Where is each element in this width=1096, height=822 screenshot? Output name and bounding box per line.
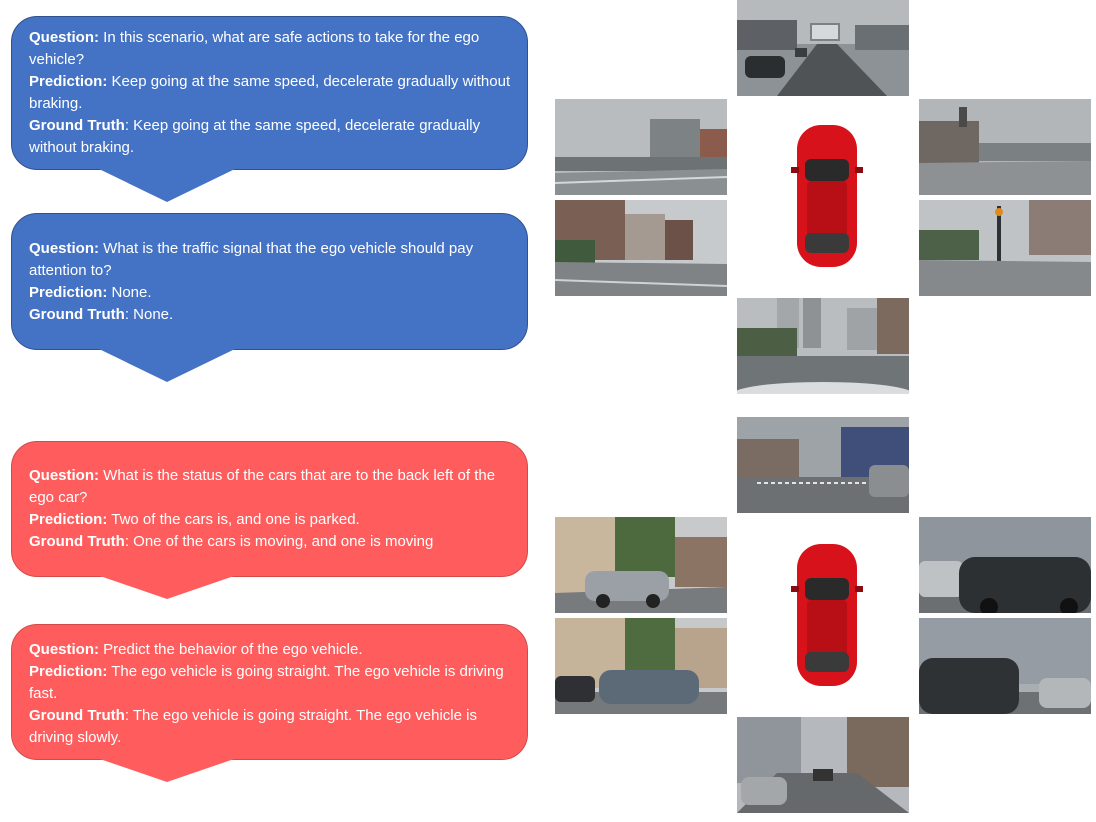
question-line: Question: In this scenario, what are saf… (29, 29, 480, 68)
qa-bubble-2: Question: What is the traffic signal tha… (11, 213, 528, 382)
scene1-front-left-camera (555, 99, 727, 195)
scene1-back-right-camera (919, 200, 1091, 296)
qa-bubble-3: Question: What is the status of the cars… (11, 441, 528, 599)
scene1-front-right-camera (919, 99, 1091, 195)
ground-truth-line: Ground Truth: One of the cars is moving,… (29, 533, 434, 550)
ground-truth-line: Ground Truth: The ego vehicle is going s… (29, 707, 477, 746)
scene2-back-right-camera (919, 618, 1091, 714)
ground-truth-line: Ground Truth: Keep going at the same spe… (29, 117, 481, 156)
ego-car-icon (791, 125, 863, 267)
qa-bubble-4: Question: Predict the behavior of the eg… (11, 624, 528, 782)
scene2-front-right-camera (919, 517, 1091, 613)
qa-bubble-1: Question: In this scenario, what are saf… (11, 16, 528, 202)
scene2-back-camera (737, 717, 909, 813)
prediction-line: Prediction: None. (29, 284, 152, 301)
bubble-tail (97, 168, 237, 202)
scene2-back-left-camera (555, 618, 727, 714)
scene1-back-camera (737, 298, 909, 394)
scene2-front-camera (737, 417, 909, 513)
prediction-line: Prediction: Keep going at the same speed… (29, 73, 511, 112)
bubble-tail (97, 758, 237, 782)
scene1-front-camera (737, 0, 909, 96)
scene2-front-left-camera (555, 517, 727, 613)
bubble-tail (97, 348, 237, 382)
question-line: Question: Predict the behavior of the eg… (29, 641, 363, 658)
ego-car-icon (791, 544, 863, 686)
question-line: Question: What is the traffic signal tha… (29, 240, 474, 279)
bubble-tail (97, 575, 237, 599)
question-line: Question: What is the status of the cars… (29, 467, 496, 506)
prediction-line: Prediction: The ego vehicle is going str… (29, 663, 504, 702)
prediction-line: Prediction: Two of the cars is, and one … (29, 511, 360, 528)
scene1-back-left-camera (555, 200, 727, 296)
ground-truth-line: Ground Truth: None. (29, 306, 174, 323)
